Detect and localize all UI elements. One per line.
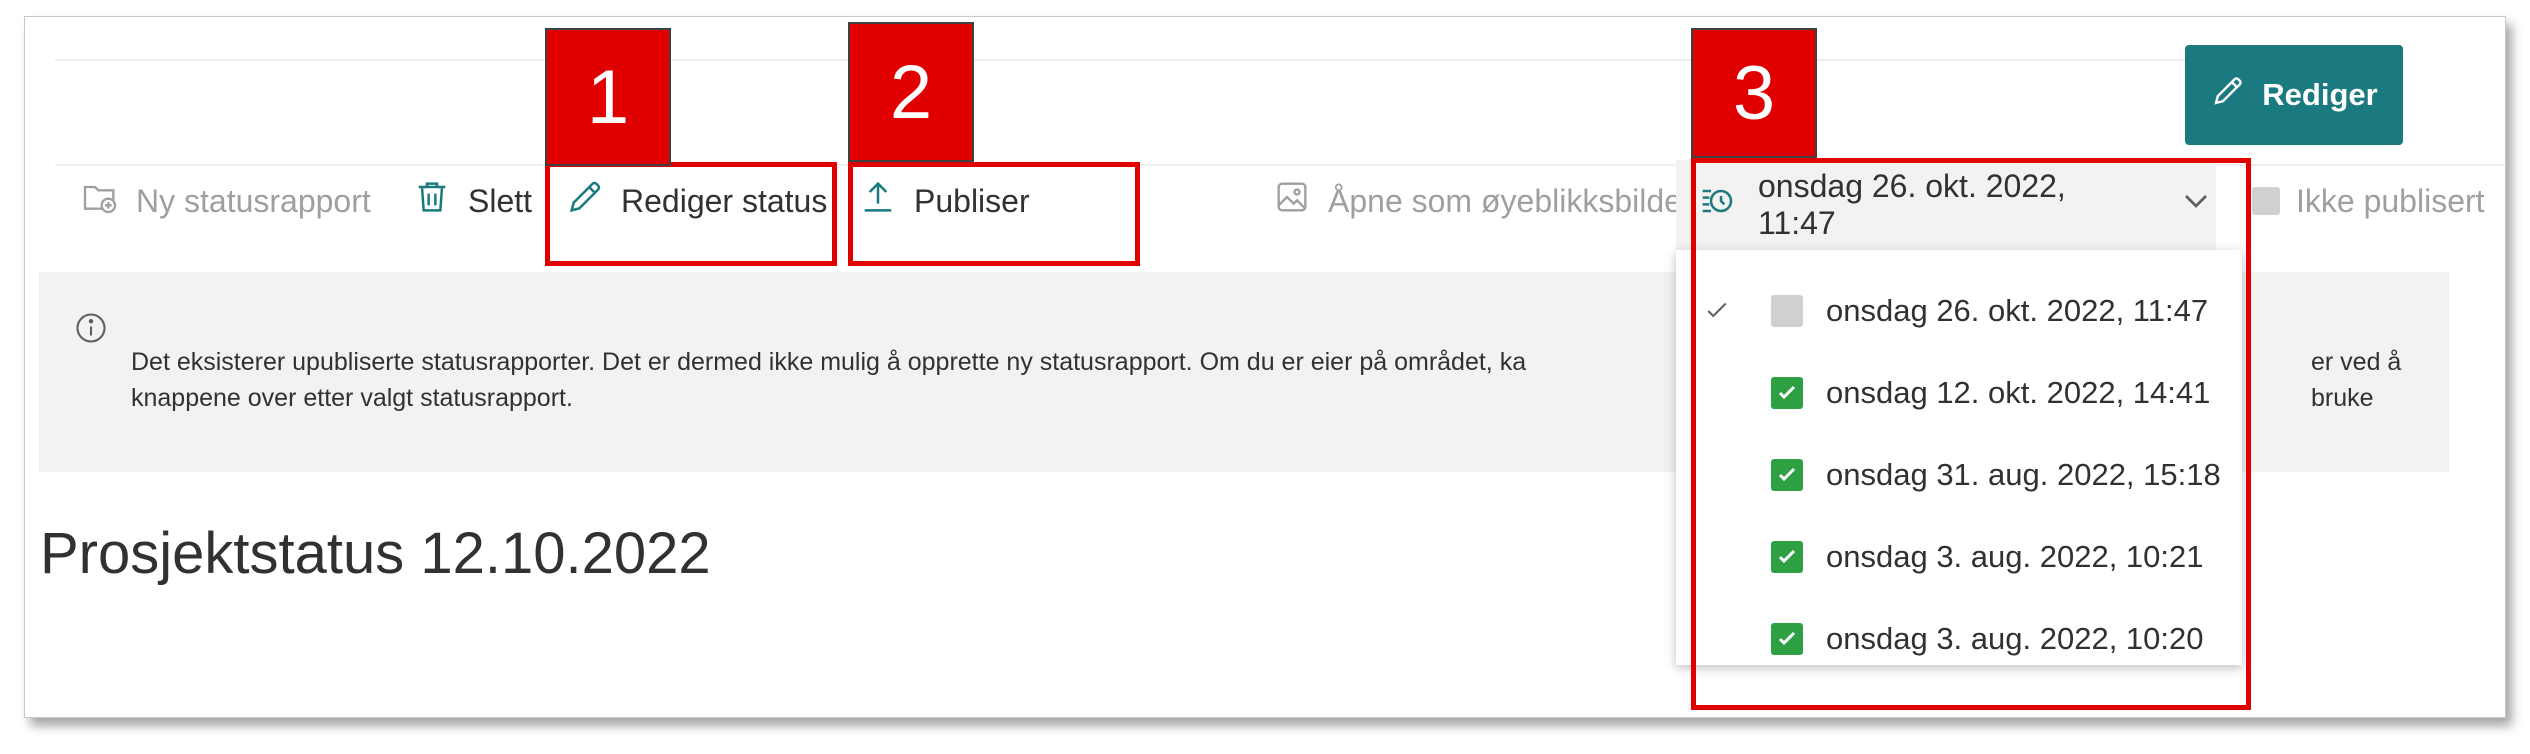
- info-message-line1: Det eksisterer upubliserte statusrapport…: [131, 348, 1527, 376]
- divider-top: [55, 59, 2205, 61]
- trash-icon: [412, 177, 452, 225]
- new-report-label: Ny statusrapport: [136, 182, 371, 219]
- new-report-command[interactable]: Ny statusrapport: [80, 170, 371, 232]
- edit-button[interactable]: Rediger: [2185, 45, 2403, 145]
- delete-command[interactable]: Slett: [412, 170, 532, 232]
- edit-button-label: Rediger: [2262, 77, 2378, 112]
- pencil-icon: [2210, 73, 2246, 117]
- info-message-line1-end: er ved å bruke: [2311, 348, 2402, 412]
- annotation-box-2: [848, 162, 1140, 266]
- not-published-label: Ikke publisert: [2296, 182, 2485, 219]
- folder-add-icon: [80, 177, 120, 225]
- image-icon: [1272, 177, 1312, 225]
- info-message-line2: knappene over etter valgt statusrapport.: [131, 384, 573, 412]
- not-published-indicator: Ikke publisert: [2252, 170, 2485, 232]
- annotation-box-3: [1691, 158, 2251, 710]
- checkbox-icon: [2252, 187, 2280, 215]
- snapshot-command[interactable]: Åpne som øyeblikksbilde: [1272, 170, 1682, 232]
- info-icon: [73, 310, 109, 346]
- annotation-badge-1: 1: [545, 28, 671, 166]
- page-title: Prosjektstatus 12.10.2022: [40, 521, 711, 586]
- delete-label: Slett: [468, 182, 533, 219]
- annotation-box-1: [545, 162, 837, 266]
- annotation-badge-2: 2: [848, 22, 974, 162]
- annotation-badge-3: 3: [1691, 28, 1817, 158]
- snapshot-label: Åpne som øyeblikksbilde: [1328, 182, 1682, 219]
